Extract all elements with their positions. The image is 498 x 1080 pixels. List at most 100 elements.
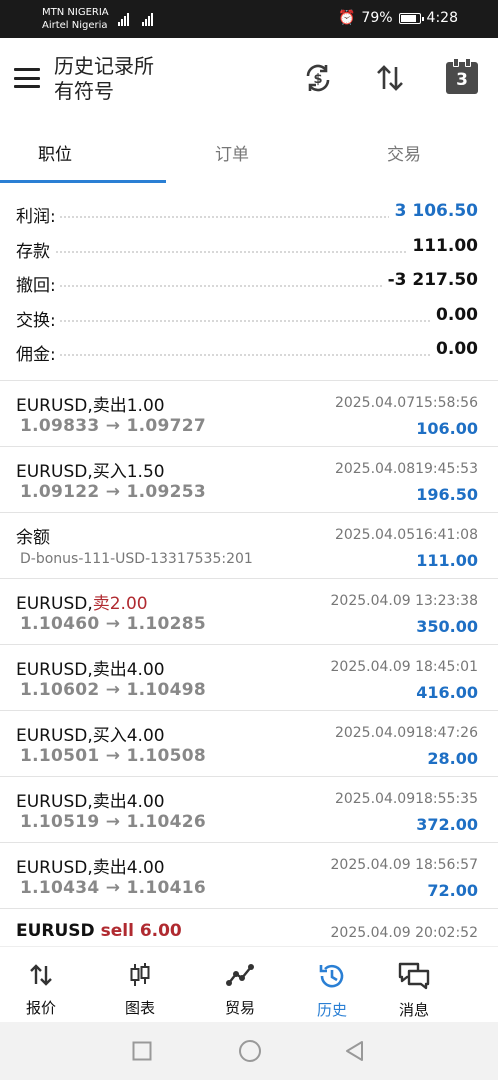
nav-label: 图表 (124, 999, 155, 1017)
nav-label: 贸易 (224, 999, 255, 1017)
deal-symbol: EURUSD,买入4.00 (16, 726, 165, 746)
deal-time: 2025.04.09 20:02:52 (330, 925, 479, 941)
deal-symbol-name: EURUSD (16, 921, 95, 941)
home-icon[interactable] (238, 1039, 262, 1063)
title-line-1: 历史记录所 (54, 54, 154, 78)
list-item[interactable]: EURUSD,卖出1.00 2025.04.0715:58:56 1.09833… (0, 381, 498, 447)
deal-symbol-name: EURUSD, (16, 594, 93, 614)
tab-deals[interactable]: 交易 (387, 140, 421, 165)
deal-prices: 1.09122 → 1.09253 (20, 482, 207, 502)
deal-profit: 416.00 (416, 683, 478, 702)
summary-label: 利润: (16, 202, 60, 227)
deal-profit: 350.00 (416, 617, 478, 636)
history-icon (319, 964, 344, 988)
dotted-leader (16, 354, 478, 356)
summary-label: 存款 (16, 236, 54, 262)
deal-time: 2025.04.0918:55:35 (334, 791, 478, 807)
nav-trade[interactable]: 贸易 (200, 961, 280, 1018)
system-nav-bar (0, 1022, 498, 1080)
deal-symbol: EURUSD sell 6.00 (16, 921, 182, 941)
summary-withdrawal: 撤回: -3 217.50 (0, 265, 498, 300)
deal-symbol: 余额 (16, 528, 50, 548)
tab-bar: 职位 订单 交易 (0, 120, 498, 184)
deal-prices: 1.10434 → 1.10416 (20, 878, 207, 898)
deal-time: 2025.04.0715:58:56 (334, 395, 478, 411)
currency-exchange-icon[interactable]: $ (300, 60, 336, 96)
summary-label: 佣金: (16, 340, 60, 365)
menu-icon[interactable] (14, 68, 40, 88)
battery-icon (398, 12, 424, 24)
list-item[interactable]: EURUSD,卖2.00 2025.04.09 13:23:38 1.10460… (0, 579, 498, 645)
deal-profit: 372.00 (416, 815, 478, 834)
nav-messages[interactable]: 消息 (374, 961, 454, 1020)
status-bar: MTN NIGERIA Airtel Nigeria ⏰ 79% 4:28 (0, 0, 498, 38)
list-item[interactable]: EURUSD,买入4.00 2025.04.0918:47:26 1.10501… (0, 711, 498, 777)
recent-apps-icon[interactable] (132, 1041, 152, 1061)
calendar-icon[interactable]: 3 (446, 58, 478, 94)
status-right: ⏰ 79% 4:28 (338, 10, 458, 26)
deal-symbol: EURUSD,买入1.50 (16, 462, 165, 482)
clock: 4:28 (426, 10, 458, 26)
deal-profit: 28.00 (427, 749, 478, 768)
deal-comment: D-bonus-111-USD-13317535:201 (20, 551, 253, 567)
quotes-icon (30, 964, 52, 986)
tab-orders[interactable]: 订单 (215, 140, 249, 165)
back-icon[interactable] (344, 1040, 366, 1062)
nav-history[interactable]: 历史 (292, 961, 372, 1020)
app-bar: 历史记录所 有符号 $ 3 (0, 38, 498, 120)
deal-side-volume: 卖2.00 (92, 594, 148, 614)
deal-time: 2025.04.0516:41:08 (334, 527, 478, 543)
list-item[interactable]: EURUSD,卖出4.00 2025.04.09 18:56:57 1.1043… (0, 843, 498, 909)
deal-time: 2025.04.09 13:23:38 (330, 593, 479, 609)
nav-chart[interactable]: 图表 (100, 961, 180, 1018)
title-line-2: 有符号 (54, 79, 114, 103)
deal-time: 2025.04.0918:47:26 (334, 725, 478, 741)
deal-time: 2025.04.0819:45:53 (334, 461, 478, 477)
messages-icon (398, 962, 430, 990)
page-title: 历史记录所 有符号 (54, 54, 154, 104)
list-item[interactable]: EURUSD,卖出4.00 2025.04.0918:55:35 1.10519… (0, 777, 498, 843)
deal-prices: 1.09833 → 1.09727 (20, 416, 207, 436)
svg-text:$: $ (313, 72, 322, 87)
deal-symbol: EURUSD,卖出4.00 (16, 858, 165, 878)
deal-prices: 1.10501 → 1.10508 (20, 746, 207, 766)
carrier-2: Airtel Nigeria (42, 20, 108, 31)
deal-symbol: EURUSD,卖出4.00 (16, 660, 165, 680)
signal-icon (142, 12, 153, 26)
deal-time: 2025.04.09 18:45:01 (330, 659, 479, 675)
deal-prices: 1.10519 → 1.10426 (20, 812, 207, 832)
summary-label: 交换: (16, 305, 60, 331)
alarm-icon: ⏰ (337, 10, 356, 26)
deal-profit: 72.00 (427, 881, 478, 900)
deal-prices: 1.10602 → 1.10498 (20, 680, 207, 700)
carrier-info: MTN NIGERIA Airtel Nigeria (42, 6, 109, 32)
list-item[interactable]: EURUSD,卖出4.00 2025.04.09 18:45:01 1.1060… (0, 645, 498, 711)
sort-icon[interactable] (372, 60, 408, 96)
deal-symbol: EURUSD,卖出4.00 (16, 792, 165, 812)
deal-prices: 1.10460 → 1.10285 (20, 614, 207, 634)
summary-value: 0.00 (430, 304, 478, 325)
deal-profit: 111.00 (416, 551, 478, 570)
dotted-leader (16, 319, 478, 322)
summary-profit: 利润: 3 106.50 (0, 196, 498, 231)
summary-label: 撤回: (16, 271, 60, 296)
tab-positions[interactable]: 职位 (38, 140, 72, 165)
list-item[interactable]: 余额 2025.04.0516:41:08 D-bonus-111-USD-13… (0, 513, 498, 579)
summary-value: 3 106.50 (388, 201, 478, 221)
candlestick-icon (130, 963, 150, 986)
summary-commission: 佣金: 0.00 (0, 334, 498, 369)
summary-value: 111.00 (406, 235, 478, 256)
nav-quotes[interactable]: 报价 (1, 961, 81, 1018)
bottom-nav: 报价 图表 贸易 历史 消息 (0, 946, 498, 1022)
nav-label: 消息 (398, 1001, 429, 1019)
deal-time: 2025.04.09 18:56:57 (330, 857, 479, 873)
deal-profit: 196.50 (416, 485, 478, 504)
nav-label: 报价 (25, 999, 56, 1017)
signal-icon (118, 12, 129, 26)
deal-side-volume: sell 6.00 (100, 921, 182, 941)
battery-percent: 79% (361, 10, 393, 26)
nav-label: 历史 (316, 1001, 347, 1019)
summary-section: 利润: 3 106.50 存款 111.00 撤回: -3 217.50 交换:… (0, 196, 498, 369)
tab-indicator (0, 180, 166, 183)
list-item[interactable]: EURUSD,买入1.50 2025.04.0819:45:53 1.09122… (0, 447, 498, 513)
